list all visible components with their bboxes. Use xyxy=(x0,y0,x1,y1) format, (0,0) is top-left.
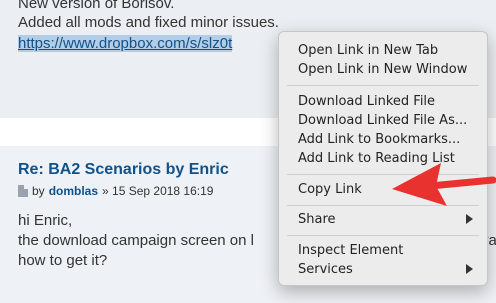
menu-item-add-to-bookmarks[interactable]: Add Link to Bookmarks... xyxy=(279,130,487,149)
post-text-line: New version of Borisov. xyxy=(18,0,175,12)
post-text-line: the download campaign screen on l xyxy=(18,232,254,249)
menu-item-services[interactable]: Services xyxy=(279,260,487,279)
submenu-arrow-icon xyxy=(466,214,473,224)
menu-item-download-linked-file[interactable]: Download Linked File xyxy=(279,92,487,111)
menu-item-open-new-window[interactable]: Open Link in New Window xyxy=(279,60,487,79)
post-text-line: hi Enric, xyxy=(18,212,73,229)
post-text-line: how to get it? xyxy=(18,252,108,269)
post-author-line: by domblas » 15 Sep 2018 16:19 xyxy=(18,184,213,198)
menu-separator xyxy=(287,85,479,86)
by-label: by xyxy=(32,184,45,198)
document-icon[interactable] xyxy=(18,185,28,197)
post-date: » 15 Sep 2018 16:19 xyxy=(102,184,214,198)
context-menu: Open Link in New Tab Open Link in New Wi… xyxy=(278,31,488,286)
menu-item-label: Services xyxy=(298,262,353,277)
menu-separator xyxy=(287,235,479,236)
menu-item-download-linked-file-as[interactable]: Download Linked File As... xyxy=(279,111,487,130)
post-text-line: Added all mods and fixed minor issues. xyxy=(18,14,279,31)
dropbox-link[interactable]: https://www.dropbox.com/s/slz0t xyxy=(18,35,233,52)
post-title[interactable]: Re: BA2 Scenarios by Enric xyxy=(18,161,229,179)
author-link[interactable]: domblas xyxy=(49,184,98,198)
menu-separator xyxy=(287,174,479,175)
menu-item-add-to-reading-list[interactable]: Add Link to Reading List xyxy=(279,149,487,168)
menu-item-copy-link[interactable]: Copy Link xyxy=(279,180,487,199)
menu-item-inspect-element[interactable]: Inspect Element xyxy=(279,241,487,260)
menu-separator xyxy=(287,205,479,206)
post-link-line: https://www.dropbox.com/s/slz0t xyxy=(18,34,233,54)
submenu-arrow-icon xyxy=(466,264,473,274)
menu-item-open-new-tab[interactable]: Open Link in New Tab xyxy=(279,41,487,60)
menu-item-label: Share xyxy=(298,212,336,227)
menu-item-share[interactable]: Share xyxy=(279,210,487,229)
